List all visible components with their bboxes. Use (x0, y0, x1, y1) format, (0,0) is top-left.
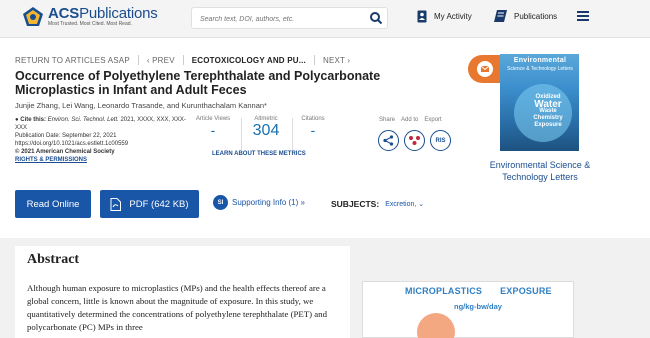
read-online-button[interactable]: Read Online (15, 190, 91, 218)
site-header: ACSPublications Most Trusted. Most Cited… (0, 0, 650, 38)
book-icon (494, 10, 507, 22)
next-article-link[interactable]: NEXT › (323, 56, 350, 65)
altmetric-metric[interactable]: Altmetric 304 (246, 116, 286, 140)
subjects-row: SUBJECTS: Excretion, ⌄ (331, 199, 425, 209)
search-icon[interactable] (369, 11, 383, 25)
logo-title: ACSPublications (48, 5, 158, 22)
prev-article-link[interactable]: ‹ PREV (147, 56, 175, 65)
citations-metric[interactable]: Citations - (297, 116, 329, 138)
copyright: © 2021 American Chemical Society (15, 149, 115, 155)
share-button[interactable] (378, 130, 399, 151)
cite-line: ● Cite this: Environ. Sci. Technol. Lett… (15, 117, 186, 131)
article-views-metric[interactable]: Article Views - (193, 116, 233, 138)
toc-graphic-unit: ng/kg-bw/day (454, 302, 502, 311)
subjects-dropdown[interactable]: Excretion, ⌄ (385, 200, 424, 208)
journal-name-link[interactable]: Environmental Science & Technology Lette… (485, 159, 595, 183)
share-tools: RIS (378, 130, 456, 151)
doi-link[interactable]: https://doi.org/10.1021/acs.estlett.1c00… (15, 140, 190, 148)
my-activity-button[interactable]: My Activity (417, 10, 472, 23)
pdf-file-icon (110, 197, 122, 211)
author-list[interactable]: Junjie Zhang, Lei Wang, Leonardo Trasand… (15, 101, 267, 110)
citation-block: ● Cite this: Environ. Sci. Technol. Lett… (15, 116, 190, 164)
search-input[interactable] (192, 9, 362, 30)
toc-graphic-title: MICROPLASTICS EXPOSURE (405, 286, 552, 296)
activity-icon (417, 10, 427, 23)
article-nav: RETURN TO ARTICLES ASAP ‹ PREV ECOTOXICO… (15, 55, 350, 65)
add-to-icon (409, 136, 420, 145)
share-icon (383, 135, 394, 146)
journal-cover-image[interactable]: Environmental Science & Technology Lette… (500, 54, 579, 151)
si-icon: SI (213, 195, 228, 210)
rights-permissions-link[interactable]: RIGHTS & PERMISSIONS (15, 157, 87, 163)
article-title: Occurrence of Polyethylene Terephthalate… (15, 69, 381, 97)
export-ris-button[interactable]: RIS (430, 130, 451, 151)
current-section-label[interactable]: ECOTOXICOLOGY AND PU... (192, 56, 306, 65)
acs-logo[interactable]: ACSPublications Most Trusted. Most Cited… (22, 6, 158, 28)
learn-metrics-link[interactable]: LEARN ABOUT THESE METRICS (212, 151, 306, 157)
publications-button[interactable]: Publications (494, 10, 557, 22)
envelope-icon (476, 61, 493, 77)
pdf-download-button[interactable]: PDF (642 KB) (100, 190, 199, 218)
cite-icon: ● (15, 117, 19, 123)
supporting-info-link[interactable]: SI Supporting Info (1) » (213, 195, 305, 210)
search-box (191, 7, 388, 30)
my-activity-label: My Activity (434, 12, 472, 21)
publications-label: Publications (514, 11, 558, 21)
add-to-button[interactable] (404, 130, 425, 151)
acs-logo-icon (22, 6, 44, 28)
abstract-heading: Abstract (27, 252, 80, 267)
publication-date: Publication Date: September 22, 2021 (15, 133, 117, 139)
email-alerts-button[interactable] (468, 55, 501, 83)
share-labels: Share Add to Export (379, 117, 442, 123)
hamburger-menu-icon[interactable] (577, 11, 589, 21)
logo-tagline: Most Trusted. Most Cited. Most Read. (48, 21, 132, 27)
return-to-asap-link[interactable]: RETURN TO ARTICLES ASAP (15, 56, 130, 65)
abstract-text: Although human exposure to microplastics… (27, 283, 327, 332)
